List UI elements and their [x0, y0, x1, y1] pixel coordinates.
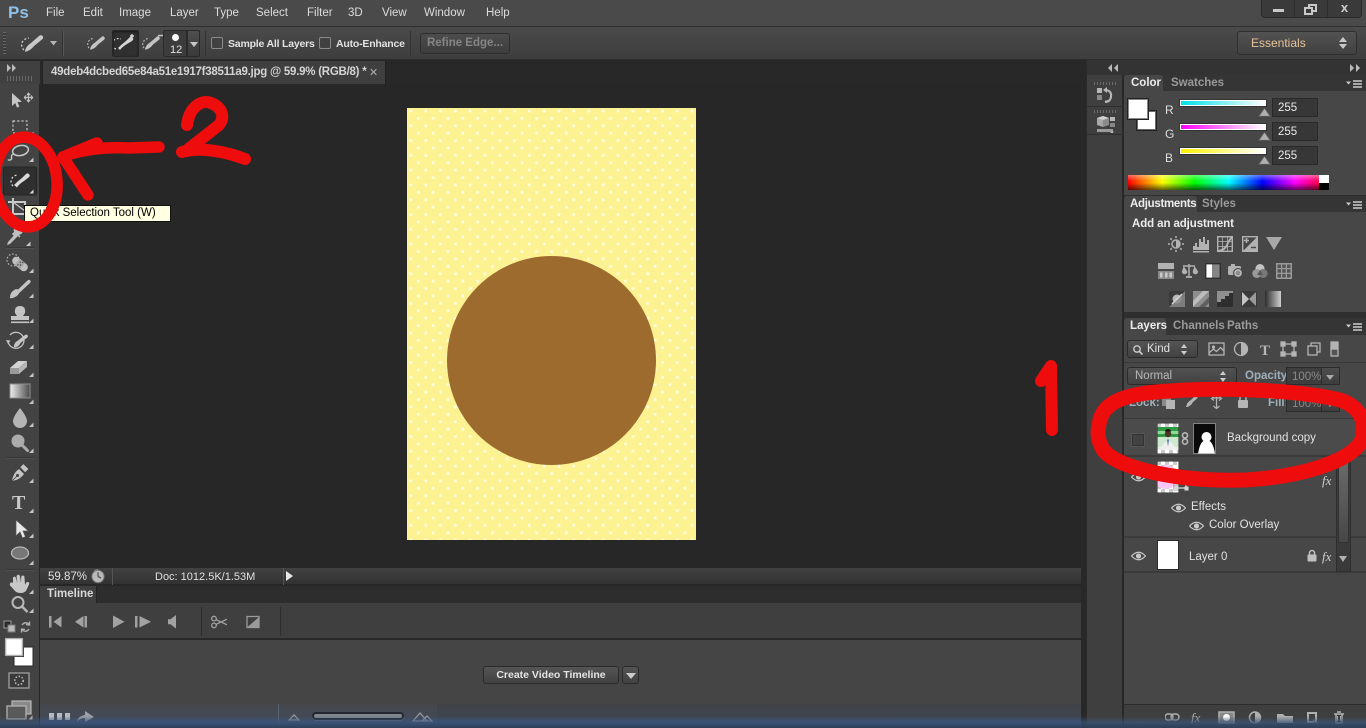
svg-text:T: T — [12, 492, 26, 514]
svg-text:T: T — [1260, 343, 1270, 358]
svg-text:fx: fx — [1191, 710, 1201, 724]
